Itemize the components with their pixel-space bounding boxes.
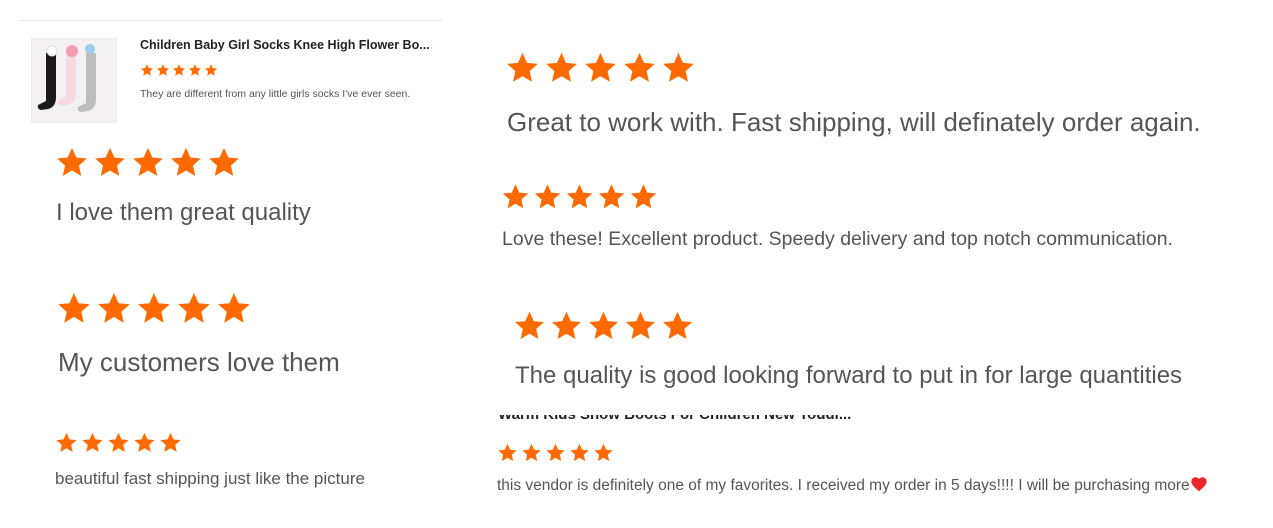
review-2-text: My customers love them xyxy=(58,347,340,377)
star-icon xyxy=(545,442,566,463)
star-icon xyxy=(624,309,657,342)
product-review-text: They are different from any little girls… xyxy=(140,88,411,100)
star-icon xyxy=(565,182,594,211)
product-thumbnail[interactable] xyxy=(31,38,117,123)
star-icon xyxy=(207,145,241,179)
star-icon xyxy=(505,50,540,85)
review-4-rating xyxy=(505,50,696,85)
star-icon xyxy=(587,309,620,342)
star-icon xyxy=(622,50,657,85)
card-divider xyxy=(20,20,443,21)
star-icon xyxy=(133,431,156,454)
star-icon xyxy=(497,442,518,463)
product-rating xyxy=(140,63,218,77)
star-icon xyxy=(96,290,132,326)
star-icon xyxy=(513,309,546,342)
star-icon xyxy=(169,145,203,179)
partial-product-title: Warm Kids Snow Boots For Children New To… xyxy=(498,415,918,424)
star-icon xyxy=(521,442,542,463)
star-icon xyxy=(544,50,579,85)
star-icon xyxy=(55,145,89,179)
product-title[interactable]: Children Baby Girl Socks Knee High Flowe… xyxy=(140,38,430,52)
review-4-text: Great to work with. Fast shipping, will … xyxy=(507,107,1201,137)
review-7-rating xyxy=(497,442,614,463)
review-1-rating xyxy=(55,145,241,179)
star-icon xyxy=(81,431,104,454)
star-icon xyxy=(131,145,165,179)
star-icon xyxy=(156,63,170,77)
review-3-text: beautiful fast shipping just like the pi… xyxy=(55,469,365,488)
review-1-text: I love them great quality xyxy=(56,199,311,226)
star-icon xyxy=(204,63,218,77)
star-icon xyxy=(597,182,626,211)
partial-title-top xyxy=(630,0,1030,22)
review-5-text: Love these! Excellent product. Speedy de… xyxy=(502,228,1173,250)
star-icon xyxy=(56,290,92,326)
star-icon xyxy=(593,442,614,463)
review-7-text: this vendor is definitely one of my favo… xyxy=(497,477,1190,494)
star-icon xyxy=(583,50,618,85)
star-icon xyxy=(176,290,212,326)
star-icon xyxy=(661,309,694,342)
star-icon xyxy=(136,290,172,326)
review-5-rating xyxy=(501,182,658,211)
star-icon xyxy=(93,145,127,179)
star-icon xyxy=(107,431,130,454)
star-icon xyxy=(550,309,583,342)
star-icon xyxy=(661,50,696,85)
review-2-rating xyxy=(56,290,252,326)
review-3-rating xyxy=(55,431,182,454)
star-icon xyxy=(55,431,78,454)
review-7-line: this vendor is definitely one of my favo… xyxy=(497,476,1208,495)
review-6-text: The quality is good looking forward to p… xyxy=(515,362,1183,389)
star-icon xyxy=(172,63,186,77)
star-icon xyxy=(140,63,154,77)
socks-image xyxy=(32,39,116,122)
star-icon xyxy=(216,290,252,326)
star-icon xyxy=(501,182,530,211)
star-icon xyxy=(569,442,590,463)
heart-icon xyxy=(1190,476,1208,492)
star-icon xyxy=(629,182,658,211)
star-icon xyxy=(159,431,182,454)
star-icon xyxy=(188,63,202,77)
review-6-rating xyxy=(513,309,694,342)
star-icon xyxy=(533,182,562,211)
